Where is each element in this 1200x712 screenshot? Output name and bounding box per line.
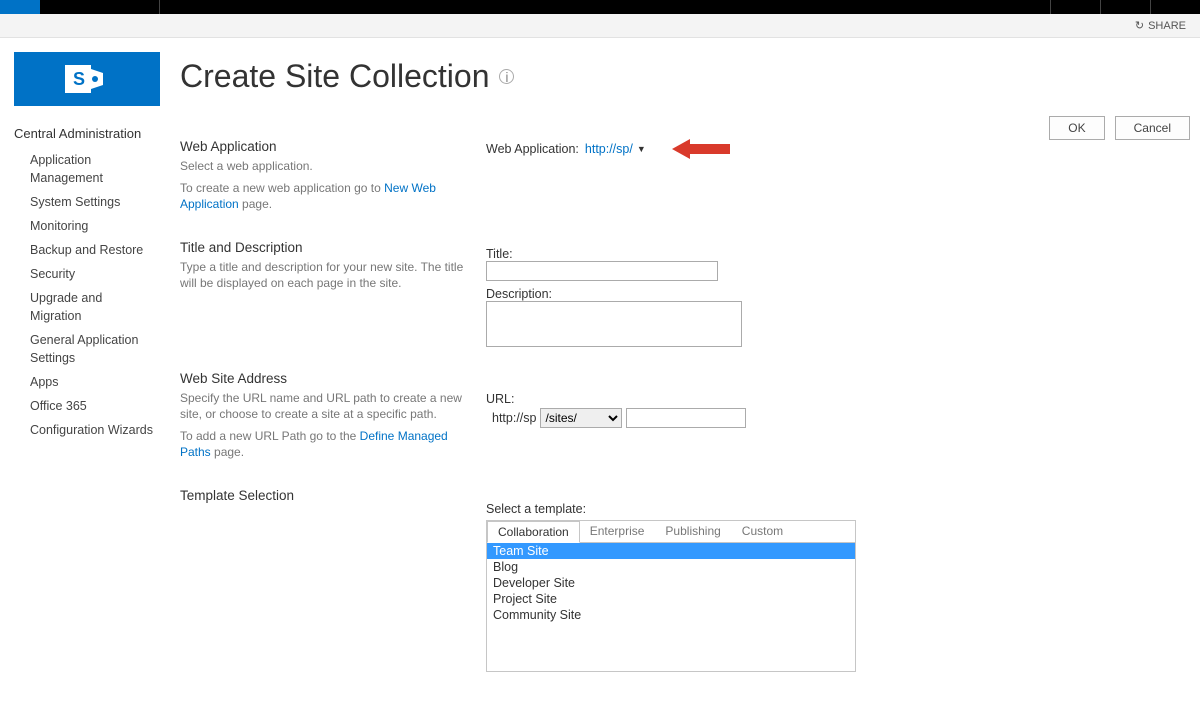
tab-publishing[interactable]: Publishing bbox=[655, 521, 731, 542]
section-desc: To create a new web application go to Ne… bbox=[180, 180, 476, 212]
suite-bar-cell bbox=[1100, 0, 1150, 14]
suite-bar-gap bbox=[160, 0, 1050, 14]
url-label: URL: bbox=[486, 392, 514, 406]
content-column: Create Site Collection i OK Cancel Web A… bbox=[164, 52, 1190, 678]
section-heading: Title and Description bbox=[180, 240, 476, 255]
section-template-selection: Template Selection bbox=[180, 488, 476, 503]
section-web-application: Web Application Select a web application… bbox=[180, 139, 476, 212]
section-desc-text: page. bbox=[211, 445, 244, 459]
web-application-label: Web Application: bbox=[486, 142, 579, 156]
left-column: S Central Administration Application Man… bbox=[14, 52, 164, 443]
template-item-blog[interactable]: Blog bbox=[487, 559, 855, 575]
page-title-row: Create Site Collection i bbox=[180, 58, 1190, 95]
url-path-select[interactable]: /sites/ bbox=[540, 408, 622, 428]
sidebar-item-backup-and-restore[interactable]: Backup and Restore bbox=[30, 239, 155, 263]
web-application-row: Web Application: http://sp/ ▼ bbox=[486, 139, 856, 159]
title-input[interactable] bbox=[486, 261, 718, 281]
url-prefix: http://sp bbox=[492, 411, 536, 425]
template-item-project-site[interactable]: Project Site bbox=[487, 591, 855, 607]
template-item-developer-site[interactable]: Developer Site bbox=[487, 575, 855, 591]
title-row: Title: bbox=[486, 247, 856, 281]
suite-bar-cell bbox=[1050, 0, 1100, 14]
section-desc: Specify the URL name and URL path to cre… bbox=[180, 390, 476, 422]
section-descriptions: Web Application Select a web application… bbox=[180, 139, 476, 678]
share-icon: ↻ bbox=[1135, 19, 1144, 32]
sidebar-item-office-365[interactable]: Office 365 bbox=[30, 395, 155, 419]
suite-bar-accent bbox=[0, 0, 40, 14]
sharepoint-logo: S bbox=[14, 52, 160, 106]
ribbon-bar: ↻ SHARE bbox=[0, 14, 1200, 38]
callout-arrow-icon bbox=[672, 139, 732, 159]
section-title-description: Title and Description Type a title and d… bbox=[180, 240, 476, 291]
cancel-button[interactable]: Cancel bbox=[1115, 116, 1190, 140]
template-item-team-site[interactable]: Team Site bbox=[487, 543, 855, 559]
sidebar-item-application-management[interactable]: Application Management bbox=[30, 149, 155, 191]
template-item-community-site[interactable]: Community Site bbox=[487, 607, 855, 623]
sidebar-item-monitoring[interactable]: Monitoring bbox=[30, 215, 155, 239]
tab-collaboration[interactable]: Collaboration bbox=[487, 521, 580, 543]
template-block: Select a template: Collaboration Enterpr… bbox=[486, 502, 856, 672]
section-desc-text: To create a new web application go to bbox=[180, 181, 384, 195]
suite-bar-cell bbox=[40, 0, 160, 14]
sidebar-item-system-settings[interactable]: System Settings bbox=[30, 191, 155, 215]
fields-column: Web Application: http://sp/ ▼ Title: bbox=[476, 139, 856, 678]
section-desc: To add a new URL Path go to the Define M… bbox=[180, 428, 476, 460]
section-web-site-address: Web Site Address Specify the URL name an… bbox=[180, 371, 476, 460]
ok-button[interactable]: OK bbox=[1049, 116, 1104, 140]
url-input[interactable] bbox=[626, 408, 746, 428]
svg-text:S: S bbox=[73, 69, 85, 89]
template-tabs-container: Collaboration Enterprise Publishing Cust… bbox=[486, 520, 856, 672]
section-desc-text: To add a new URL Path go to the bbox=[180, 429, 360, 443]
section-heading: Web Application bbox=[180, 139, 476, 154]
sidebar-item-configuration-wizards[interactable]: Configuration Wizards bbox=[30, 419, 155, 443]
sidebar-nav: Application Management System Settings M… bbox=[14, 149, 164, 443]
info-icon[interactable]: i bbox=[499, 69, 514, 84]
template-tabs: Collaboration Enterprise Publishing Cust… bbox=[487, 521, 855, 543]
description-input[interactable] bbox=[486, 301, 742, 347]
suite-bar-cell bbox=[1150, 0, 1200, 14]
action-buttons: OK Cancel bbox=[1049, 116, 1190, 140]
url-row: http://sp /sites/ bbox=[486, 408, 856, 428]
template-label: Select a template: bbox=[486, 502, 856, 516]
sidebar-item-upgrade-and-migration[interactable]: Upgrade and Migration bbox=[30, 287, 155, 329]
page-title: Create Site Collection bbox=[180, 58, 489, 95]
sidebar-item-general-app-settings[interactable]: General Application Settings bbox=[30, 329, 155, 371]
section-heading: Web Site Address bbox=[180, 371, 476, 386]
url-row-outer: URL: http://sp /sites/ bbox=[486, 392, 856, 428]
section-heading: Template Selection bbox=[180, 488, 476, 503]
section-desc: Type a title and description for your ne… bbox=[180, 259, 476, 291]
share-button[interactable]: SHARE bbox=[1148, 20, 1186, 32]
tab-enterprise[interactable]: Enterprise bbox=[580, 521, 656, 542]
web-application-value: http://sp/ bbox=[585, 142, 633, 156]
sidebar-root[interactable]: Central Administration bbox=[14, 126, 164, 141]
web-application-dropdown[interactable]: http://sp/ ▼ bbox=[585, 142, 646, 156]
suite-bar bbox=[0, 0, 1200, 14]
sidebar-item-apps[interactable]: Apps bbox=[30, 371, 155, 395]
template-list[interactable]: Team Site Blog Developer Site Project Si… bbox=[487, 543, 855, 671]
tab-custom[interactable]: Custom bbox=[732, 521, 794, 542]
description-row: Description: bbox=[486, 287, 856, 350]
chevron-down-icon: ▼ bbox=[637, 144, 646, 154]
sidebar-item-security[interactable]: Security bbox=[30, 263, 155, 287]
title-label: Title: bbox=[486, 247, 513, 261]
description-label: Description: bbox=[486, 287, 552, 301]
section-desc-text: page. bbox=[239, 197, 272, 211]
section-desc: Select a web application. bbox=[180, 158, 476, 174]
